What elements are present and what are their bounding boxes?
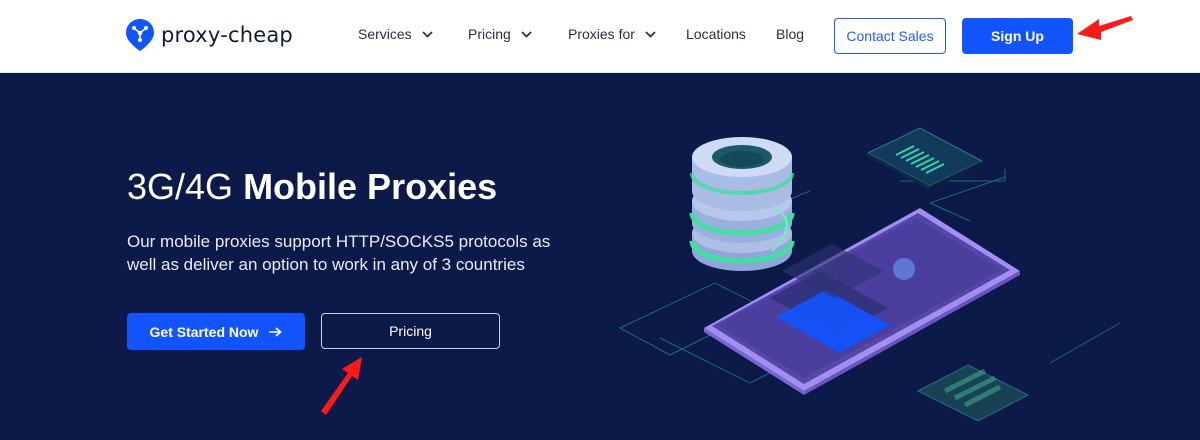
nav-item-label: Pricing xyxy=(468,26,511,42)
nav-item-label: Proxies for xyxy=(568,26,635,42)
get-started-button[interactable]: Get Started Now xyxy=(127,313,305,350)
hero-title-bold: Mobile Proxies xyxy=(243,166,498,207)
chip-icon xyxy=(916,364,1030,422)
contact-sales-button[interactable]: Contact Sales xyxy=(834,18,946,54)
chevron-down-icon xyxy=(422,30,433,38)
database-icon xyxy=(689,137,795,271)
annotation-arrow xyxy=(321,357,362,415)
arrow-right-icon xyxy=(269,326,283,337)
hero-title-light: 3G/4G xyxy=(127,166,244,207)
nav-item-locations[interactable]: Locations xyxy=(686,26,746,42)
logo-text: proxy-cheap xyxy=(161,23,293,47)
logo[interactable]: proxy-cheap xyxy=(125,18,293,52)
hero-illustration xyxy=(618,127,1121,422)
nav-item-label: Blog xyxy=(776,26,805,42)
chip-icon xyxy=(866,127,984,190)
hero-section: 3G/4G Mobile Proxies Our mobile proxies … xyxy=(0,73,1200,440)
top-navbar: proxy-cheap Services Pricing Proxies for… xyxy=(0,0,1200,73)
nav-item-pricing[interactable]: Pricing xyxy=(468,26,532,42)
nav-item-label: Locations xyxy=(686,26,746,42)
nav-item-label: Services xyxy=(358,26,412,42)
annotation-arrow xyxy=(1077,16,1133,40)
pricing-button[interactable]: Pricing xyxy=(321,313,500,349)
hero-description: Our mobile proxies support HTTP/SOCKS5 p… xyxy=(127,232,551,274)
sign-up-button[interactable]: Sign Up xyxy=(962,18,1073,54)
hero-title: 3G/4G Mobile Proxies xyxy=(127,166,497,208)
nav-item-blog[interactable]: Blog xyxy=(776,26,804,42)
chevron-down-icon xyxy=(645,30,656,38)
chevron-down-icon xyxy=(521,30,532,38)
nav-item-proxies-for[interactable]: Proxies for xyxy=(568,26,656,42)
nav-item-services[interactable]: Services xyxy=(358,26,433,42)
get-started-label: Get Started Now xyxy=(149,323,259,340)
location-pin-icon xyxy=(126,19,154,51)
